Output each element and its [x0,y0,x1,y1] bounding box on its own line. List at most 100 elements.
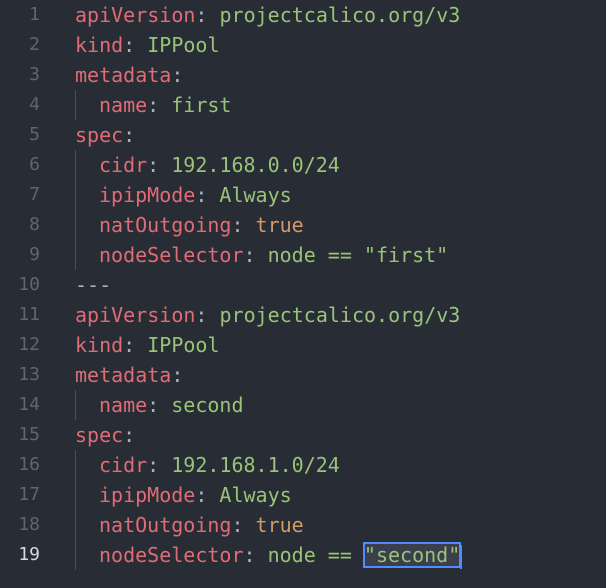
indent-guide [75,480,76,510]
code-line[interactable]: 3 metadata: [0,60,606,90]
yaml-colon: : [231,513,244,537]
yaml-key: name [99,93,148,117]
line-number: 6 [29,154,40,175]
line-number: 12 [18,334,40,355]
yaml-colon: : [123,423,136,447]
code-line[interactable]: 12 kind: IPPool [0,330,606,360]
line-content: apiVersion: projectcalico.org/v3 [75,300,460,330]
line-number: 11 [18,304,40,325]
code-line[interactable]: 5 spec: [0,120,606,150]
yaml-colon: : [195,3,208,27]
yaml-colon: : [195,183,208,207]
yaml-key: apiVersion [75,303,196,327]
yaml-colon: : [123,333,136,357]
line-number: 13 [18,364,40,385]
yaml-key: ipipMode [99,483,196,507]
yaml-colon: : [147,453,160,477]
line-content: nodeSelector: node == "first" [99,240,448,270]
line-content: spec: [75,420,135,450]
yaml-colon: : [171,363,184,387]
yaml-key: metadata [75,63,172,87]
code-line[interactable]: 9 nodeSelector: node == "first" [0,240,606,270]
line-number: 17 [18,484,40,505]
code-line[interactable]: 6 cidr: 192.168.0.0/24 [0,150,606,180]
yaml-key: cidr [99,153,148,177]
yaml-value: node == [255,543,364,567]
indent-guide [75,210,76,240]
line-content: kind: IPPool [75,30,220,60]
code-line[interactable]: 17 ipipMode: Always [0,480,606,510]
indent-guide [75,150,76,180]
code-line[interactable]: 7 ipipMode: Always [0,180,606,210]
yaml-key: nodeSelector [99,543,244,567]
yaml-key: spec [75,123,124,147]
indent-guide [75,90,76,120]
line-number: 3 [29,64,40,85]
yaml-colon: : [195,303,208,327]
line-number: 9 [29,244,40,265]
yaml-key: natOutgoing [99,513,232,537]
yaml-key: cidr [99,453,148,477]
line-number: 15 [18,424,40,445]
code-line[interactable]: 1 apiVersion: projectcalico.org/v3 [0,0,606,30]
yaml-value: 192.168.1.0/24 [159,453,340,477]
line-content: name: second [99,390,244,420]
line-number: 18 [18,514,40,535]
yaml-value: IPPool [135,333,220,357]
code-line[interactable]: 18 natOutgoing: true [0,510,606,540]
code-editor[interactable]: 1 apiVersion: projectcalico.org/v3 2 kind: … [0,0,606,588]
code-line[interactable]: 19 nodeSelector: node == "second" [0,540,606,570]
line-content: name: first [99,90,231,120]
yaml-value: true [243,213,304,237]
code-line[interactable]: 10 --- [0,270,606,300]
line-number: 4 [29,94,40,115]
yaml-value: Always [207,183,292,207]
yaml-value: true [243,513,304,537]
code-line[interactable]: 8 natOutgoing: true [0,210,606,240]
line-content: apiVersion: projectcalico.org/v3 [75,0,460,30]
yaml-value: 192.168.0.0/24 [159,153,340,177]
line-number: 7 [29,184,40,205]
line-content: ipipMode: Always [99,480,292,510]
yaml-key: kind [75,33,124,57]
line-number: 1 [29,4,40,25]
yaml-colon: : [147,93,160,117]
yaml-value: node == "first" [255,243,449,267]
yaml-colon: : [123,33,136,57]
yaml-value: first [159,93,232,117]
yaml-colon: : [147,153,160,177]
code-line[interactable]: 14 name: second [0,390,606,420]
code-line[interactable]: 2 kind: IPPool [0,30,606,60]
line-content: kind: IPPool [75,330,220,360]
code-line[interactable]: 4 name: first [0,90,606,120]
code-line[interactable]: 11 apiVersion: projectcalico.org/v3 [0,300,606,330]
line-number: 5 [29,124,40,145]
line-content: metadata: [75,360,183,390]
code-line[interactable]: 15 spec: [0,420,606,450]
line-content: metadata: [75,60,183,90]
line-number: 2 [29,34,40,55]
yaml-key: metadata [75,363,172,387]
selected-text[interactable]: "second" [362,542,462,568]
line-content: nodeSelector: node == "second" [99,540,463,570]
yaml-colon: : [243,543,256,567]
yaml-colon: : [147,393,160,417]
code-line[interactable]: 13 metadata: [0,360,606,390]
yaml-key: nodeSelector [99,243,244,267]
yaml-colon: : [231,213,244,237]
indent-guide [75,450,76,480]
line-number: 16 [18,454,40,475]
yaml-key: apiVersion [75,3,196,27]
yaml-colon: : [123,123,136,147]
code-line[interactable]: 16 cidr: 192.168.1.0/24 [0,450,606,480]
line-content: spec: [75,120,135,150]
line-number: 10 [18,274,40,295]
code-area[interactable]: 1 apiVersion: projectcalico.org/v3 2 kind: … [0,0,606,570]
line-content: cidr: 192.168.1.0/24 [99,450,340,480]
yaml-key: natOutgoing [99,213,232,237]
yaml-value: projectcalico.org/v3 [207,303,461,327]
line-content: ipipMode: Always [99,180,292,210]
indent-guide [75,180,76,210]
line-content: natOutgoing: true [99,210,304,240]
yaml-colon: : [195,483,208,507]
